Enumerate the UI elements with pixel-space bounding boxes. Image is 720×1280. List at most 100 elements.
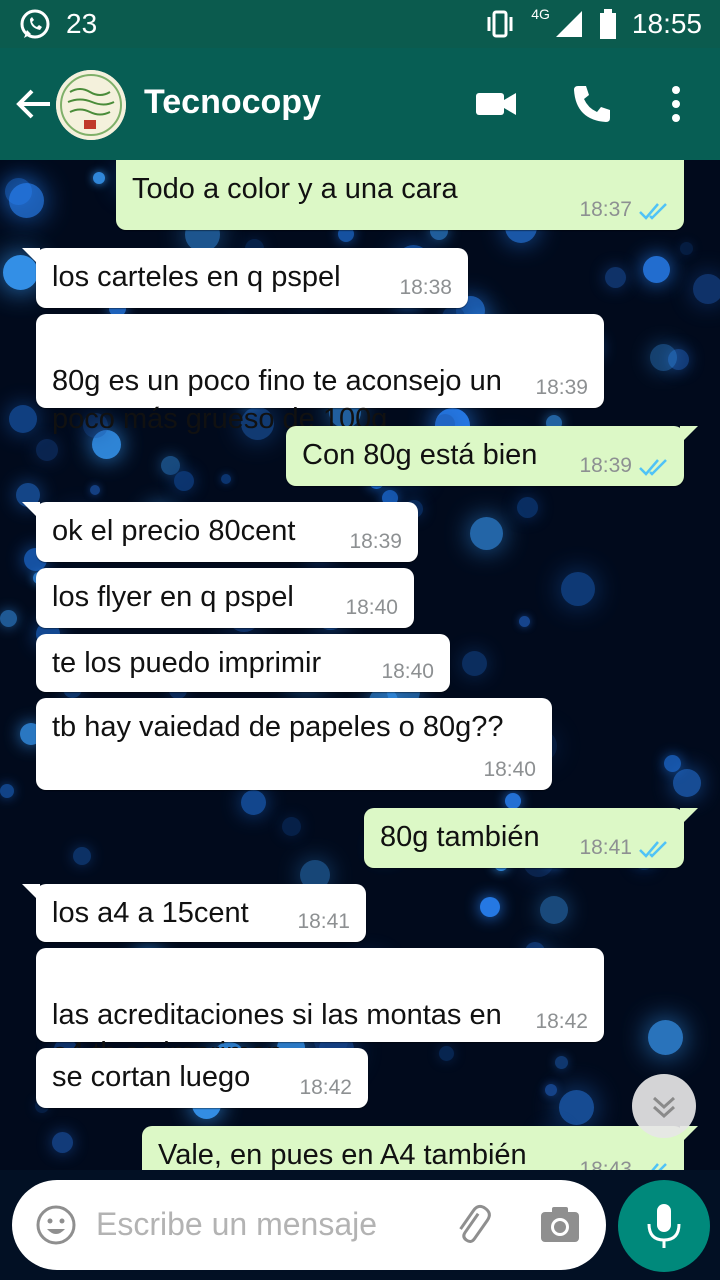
message-incoming[interactable]: tb hay vaiedad de papeles o 80g?? 18:40 [36,698,552,790]
wallpaper-dot [470,517,503,550]
message-time: 18:38 [399,276,452,299]
wallpaper-dot [73,847,91,865]
wallpaper-dot [221,474,231,484]
double-chevron-down-icon [652,1096,676,1119]
message-text: te los puedo imprimir [52,647,322,679]
wallpaper-dot [52,1132,73,1153]
wallpaper-dot [545,1084,557,1096]
wallpaper-dot [9,405,37,433]
temperature-text: 23 [66,8,98,39]
message-outgoing[interactable]: Vale, en pues en A4 también 18:43 [142,1126,698,1170]
scroll-to-bottom-button[interactable] [632,1074,696,1138]
message-time: 18:42 [535,1010,588,1033]
wallpaper-dot [664,755,681,772]
message-incoming[interactable]: 80g es un poco fino te aconsejo un poco … [36,314,604,435]
status-bar: 23 4G 18:55 [0,0,720,48]
emoji-icon[interactable] [32,1201,80,1249]
message-time: 18:39 [535,376,588,399]
message-text: los a4 a 15cent [52,897,249,929]
microphone-icon [647,1204,681,1248]
message-text: Vale, en pues en A4 también [158,1139,527,1170]
message-outgoing[interactable]: 80g también 18:41 [364,808,698,868]
message-text: los flyer en q pspel [52,581,294,613]
wallpaper-dot [282,817,301,836]
message-time: 18:40 [381,660,434,683]
wallpaper-dot [36,439,58,461]
wallpaper-dot [93,172,105,184]
message-incoming[interactable]: los carteles en q pspel 18:38 [22,248,468,308]
back-arrow-icon[interactable] [12,82,56,126]
wallpaper-dot [462,651,487,676]
wallpaper-dot [480,897,500,917]
wallpaper-dot [643,256,670,283]
message-time: 18:37 [579,198,632,221]
message-text: 80g también [380,821,540,853]
read-receipt-icon [639,203,667,220]
message-outgoing[interactable]: Todo a color y a una cara 18:37 [116,160,698,230]
wallpaper-dot [648,1020,683,1055]
message-incoming[interactable]: te los puedo imprimir 18:40 [36,634,450,692]
read-receipt-icon [639,841,667,858]
message-text: ok el precio 80cent [52,515,296,547]
wallpaper-dot [90,485,100,495]
wallpaper-dot [680,242,693,255]
message-time: 18:41 [579,836,632,859]
contact-avatar[interactable] [56,70,126,140]
wallpaper-dot [0,784,14,798]
video-call-icon[interactable] [472,80,520,128]
message-list[interactable]: Todo a color y a una cara 18:37 los cart… [0,160,720,1170]
message-incoming[interactable]: se cortan luego 18:42 [36,1048,368,1108]
message-text: Todo a color y a una cara [132,173,458,205]
message-text: tb hay vaiedad de papeles o 80g?? [52,711,504,743]
attach-paperclip-icon[interactable] [448,1201,496,1249]
message-text: los carteles en q pspel [52,261,341,293]
message-incoming[interactable]: los flyer en q pspel 18:40 [36,568,414,628]
contact-name[interactable]: Tecnocopy [144,80,321,124]
signal-icon [555,11,582,37]
wallpaper-dot [519,616,530,627]
wallpaper-dot [561,572,595,606]
message-time: 18:39 [579,454,632,477]
voice-record-button[interactable] [618,1180,710,1272]
wallpaper-dot [540,896,568,924]
more-options-icon[interactable] [652,80,700,128]
wallpaper-dot [241,790,266,815]
wallpaper-dot [559,1090,594,1125]
chat-header: Tecnocopy [0,48,720,160]
message-text: se cortan luego [52,1061,251,1093]
message-time: 18:40 [483,758,536,781]
phone-call-icon[interactable] [568,80,616,128]
wallpaper-dot [693,274,720,304]
message-incoming[interactable]: ok el precio 80cent 18:39 [22,502,418,562]
wallpaper-dot [605,267,626,288]
message-incoming[interactable]: las acreditaciones si las montas en a4 t… [36,948,604,1069]
network-type-text: 4G [531,6,550,22]
read-receipt-icon [651,1163,667,1170]
message-time: 18:42 [299,1076,352,1099]
wallpaper-dot [673,769,701,797]
message-incoming[interactable]: los a4 a 15cent 18:41 [22,884,366,942]
battery-icon [599,9,616,39]
message-time: 18:40 [345,596,398,619]
read-receipt-icon [639,459,667,476]
avatar-image [56,70,126,140]
vibrate-icon [487,10,513,38]
message-outgoing[interactable]: Con 80g está bien 18:39 [286,426,698,486]
clock-text: 18:55 [631,8,702,39]
camera-icon[interactable] [536,1201,584,1249]
message-text: Con 80g está bien [302,439,538,471]
composer-bar: Escribe un mensaje [0,1170,720,1280]
wallpaper-dot [505,793,521,809]
message-input[interactable]: Escribe un mensaje [12,1180,606,1270]
whatsapp-notification-icon [20,9,50,39]
wallpaper-dot [439,1046,454,1061]
wallpaper-dot [650,344,677,371]
message-placeholder: Escribe un mensaje [96,1206,378,1242]
wallpaper-dot [517,497,538,518]
wallpaper-dot [174,471,194,491]
wallpaper-dot [9,183,44,218]
message-time: 18:39 [349,530,402,553]
message-time: 18:41 [297,910,350,933]
wallpaper-dot [0,610,17,627]
message-time: 18:43 [579,1158,632,1170]
